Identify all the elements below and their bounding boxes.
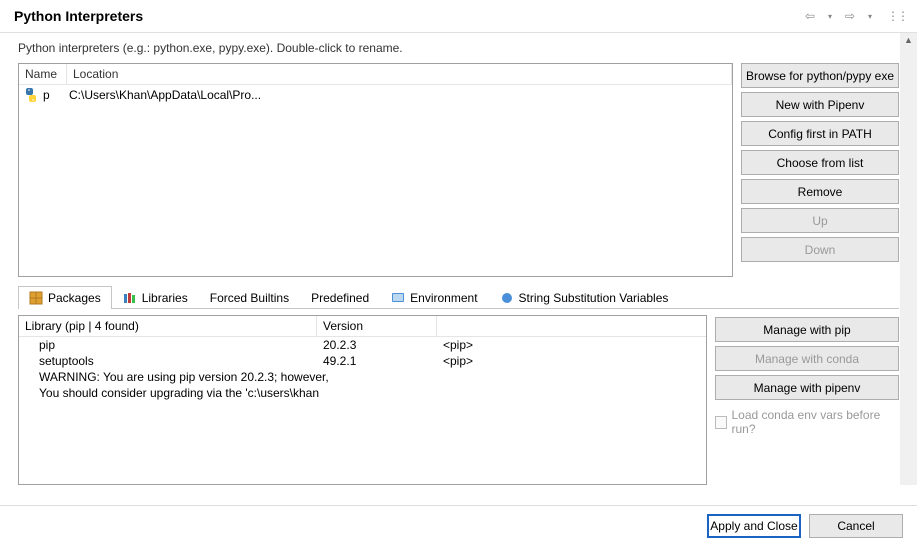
packages-side-buttons: Manage with pip Manage with conda Manage…: [715, 315, 899, 485]
tab-label: Libraries: [142, 291, 188, 305]
tab-label: Predefined: [311, 291, 369, 305]
checkbox-label: Load conda env vars before run?: [731, 408, 899, 436]
subtitle-text: Python interpreters (e.g.: python.exe, p…: [18, 41, 899, 55]
conda-checkbox-row[interactable]: Load conda env vars before run?: [715, 408, 899, 436]
row-name: p: [43, 88, 65, 102]
manage-pip-button[interactable]: Manage with pip: [715, 317, 899, 342]
menu-icon[interactable]: ⋮⋮: [887, 9, 905, 23]
new-pipenv-button[interactable]: New with Pipenv: [741, 92, 899, 117]
down-button[interactable]: Down: [741, 237, 899, 262]
packages-header: Library (pip | 4 found) Version: [19, 316, 706, 337]
package-row[interactable]: pip 20.2.3 <pip>: [19, 337, 706, 353]
tab-predefined[interactable]: Predefined: [300, 286, 380, 309]
apply-close-button[interactable]: Apply and Close: [707, 514, 801, 538]
environment-icon: [391, 291, 405, 305]
packages-table[interactable]: Library (pip | 4 found) Version pip 20.2…: [18, 315, 707, 485]
tab-environment[interactable]: Environment: [380, 286, 488, 309]
forward-icon[interactable]: ⇨: [841, 9, 859, 23]
lib-cell: pip: [25, 338, 323, 352]
tab-substitution[interactable]: String Substitution Variables: [489, 286, 680, 309]
up-button[interactable]: Up: [741, 208, 899, 233]
back-icon[interactable]: ⇦: [801, 9, 819, 23]
dialog-header: Python Interpreters ⇦ ▾ ⇨ ▾ ⋮⋮: [0, 0, 917, 33]
src-cell: <pip>: [443, 354, 700, 368]
vertical-scrollbar[interactable]: ▲: [900, 33, 917, 485]
packages-icon: [29, 291, 43, 305]
warning-row: You should consider upgrading via the 'c…: [19, 385, 706, 401]
content-area: ▲ Python interpreters (e.g.: python.exe,…: [0, 33, 917, 485]
back-dropdown-icon[interactable]: ▾: [821, 12, 839, 21]
lib-cell: setuptools: [25, 354, 323, 368]
tab-label: String Substitution Variables: [519, 291, 669, 305]
scroll-up-icon[interactable]: ▲: [900, 33, 917, 47]
interpreters-row: Name Location p C:\Users\Khan\AppData\Lo…: [18, 63, 899, 277]
toolbar-icons: ⇦ ▾ ⇨ ▾ ⋮⋮: [801, 9, 905, 23]
col-library[interactable]: Library (pip | 4 found): [19, 316, 317, 336]
remove-button[interactable]: Remove: [741, 179, 899, 204]
variable-icon: [500, 291, 514, 305]
manage-pipenv-button[interactable]: Manage with pipenv: [715, 375, 899, 400]
libraries-icon: [123, 291, 137, 305]
side-buttons: Browse for python/pypy exe New with Pipe…: [741, 63, 899, 277]
manage-conda-button[interactable]: Manage with conda: [715, 346, 899, 371]
config-path-button[interactable]: Config first in PATH: [741, 121, 899, 146]
warning-row: WARNING: You are using pip version 20.2.…: [19, 369, 706, 385]
tab-packages[interactable]: Packages: [18, 286, 112, 309]
col-name[interactable]: Name: [19, 64, 67, 84]
tab-label: Packages: [48, 291, 101, 305]
row-location: C:\Users\Khan\AppData\Local\Pro...: [69, 88, 728, 102]
package-row[interactable]: setuptools 49.2.1 <pip>: [19, 353, 706, 369]
warning-text: You should consider upgrading via the 'c…: [25, 386, 319, 400]
dialog-title: Python Interpreters: [14, 8, 143, 24]
checkbox-icon[interactable]: [715, 416, 727, 429]
table-row[interactable]: p C:\Users\Khan\AppData\Local\Pro...: [19, 85, 732, 105]
col-location[interactable]: Location: [67, 64, 732, 84]
browse-button[interactable]: Browse for python/pypy exe: [741, 63, 899, 88]
packages-area: Library (pip | 4 found) Version pip 20.2…: [18, 315, 899, 485]
warning-text: WARNING: You are using pip version 20.2.…: [25, 370, 329, 384]
table-header: Name Location: [19, 64, 732, 85]
forward-dropdown-icon[interactable]: ▾: [861, 12, 879, 21]
cancel-button[interactable]: Cancel: [809, 514, 903, 538]
dialog-footer: Apply and Close Cancel: [0, 505, 917, 546]
src-cell: <pip>: [443, 338, 700, 352]
tabs: Packages Libraries Forced Builtins Prede…: [18, 285, 899, 309]
ver-cell: 49.2.1: [323, 354, 443, 368]
ver-cell: 20.2.3: [323, 338, 443, 352]
tab-label: Environment: [410, 291, 477, 305]
tab-builtins[interactable]: Forced Builtins: [199, 286, 300, 309]
choose-list-button[interactable]: Choose from list: [741, 150, 899, 175]
col-version[interactable]: Version: [317, 316, 437, 336]
tab-libraries[interactable]: Libraries: [112, 286, 199, 309]
python-icon: [23, 87, 39, 103]
interpreters-table[interactable]: Name Location p C:\Users\Khan\AppData\Lo…: [18, 63, 733, 277]
tab-label: Forced Builtins: [210, 291, 289, 305]
